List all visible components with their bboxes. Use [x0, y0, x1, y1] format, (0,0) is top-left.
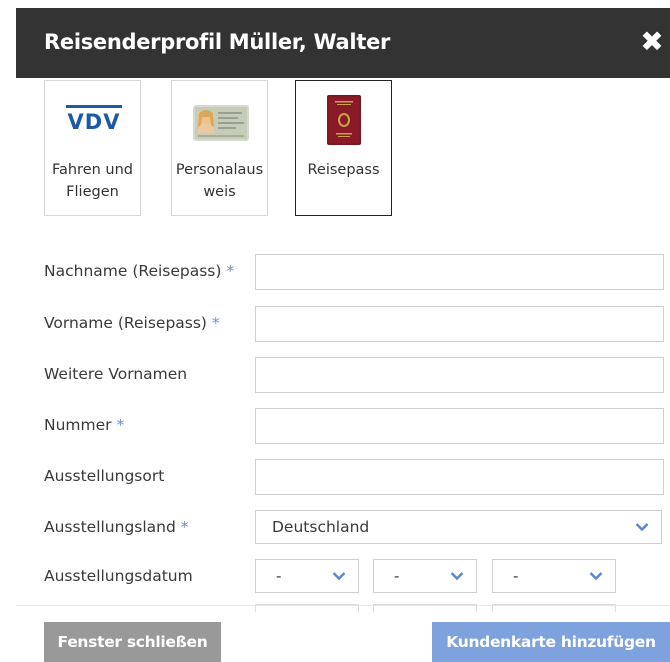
field-label: Weitere Vornamen — [44, 365, 188, 383]
select-value: Deutschland — [272, 518, 370, 536]
field-label: Vorname (Reisepass) * — [44, 314, 220, 332]
select-value: - — [513, 567, 519, 585]
vorname-input[interactable] — [255, 306, 664, 342]
day-select[interactable]: - — [255, 559, 359, 593]
required-marker: * — [211, 314, 220, 332]
close-window-button[interactable]: Fenster schließen — [44, 622, 221, 662]
tab-reisepass[interactable]: Reisepass — [295, 80, 392, 216]
tab-personalausweis[interactable]: Personalausweis — [171, 80, 268, 216]
required-marker: * — [226, 262, 235, 280]
dialog-title: Reisenderprofil Müller, Walter — [44, 30, 391, 54]
vdv-logo-text: VDV — [67, 110, 121, 134]
ausstellungsort-input[interactable] — [255, 459, 664, 495]
nummer-input[interactable] — [255, 408, 664, 444]
field-label: Ausstellungsort — [44, 467, 165, 485]
ausstellungsland-select[interactable]: Deutschland — [255, 510, 662, 544]
required-marker: * — [180, 518, 189, 536]
footer-divider — [16, 605, 670, 606]
year-select[interactable]: - — [492, 559, 616, 593]
select-value: - — [394, 567, 400, 585]
month-select[interactable]: - — [373, 559, 477, 593]
tab-fahren-und-fliegen[interactable]: VDV Fahren und Fliegen — [44, 80, 141, 216]
field-label: Nummer * — [44, 416, 125, 434]
chevron-down-icon — [450, 572, 464, 581]
tab-label: Personalausweis — [175, 162, 264, 200]
chevron-down-icon — [332, 572, 346, 581]
field-label: Ausstellungsland * — [44, 518, 189, 536]
vdv-logo-icon: VDV — [66, 99, 122, 134]
tab-label: Fahren und Fliegen — [51, 162, 134, 200]
nachname-input[interactable] — [255, 254, 664, 290]
select-value: - — [276, 567, 282, 585]
add-customer-card-button[interactable]: Kundenkarte hinzufügen — [432, 622, 670, 662]
close-icon[interactable]: ✖ — [638, 25, 666, 59]
id-card-icon — [193, 105, 249, 141]
required-marker: * — [116, 416, 125, 434]
chevron-down-icon — [635, 523, 649, 532]
field-label: Nachname (Reisepass) * — [44, 262, 235, 280]
field-label: Ausstellungsdatum — [44, 567, 193, 585]
chevron-down-icon — [589, 572, 603, 581]
passport-icon — [327, 95, 361, 145]
dialog-header: Reisenderprofil Müller, Walter ✖ — [16, 8, 670, 78]
weitere-vornamen-input[interactable] — [255, 357, 664, 393]
tab-label: Reisepass — [307, 162, 380, 178]
